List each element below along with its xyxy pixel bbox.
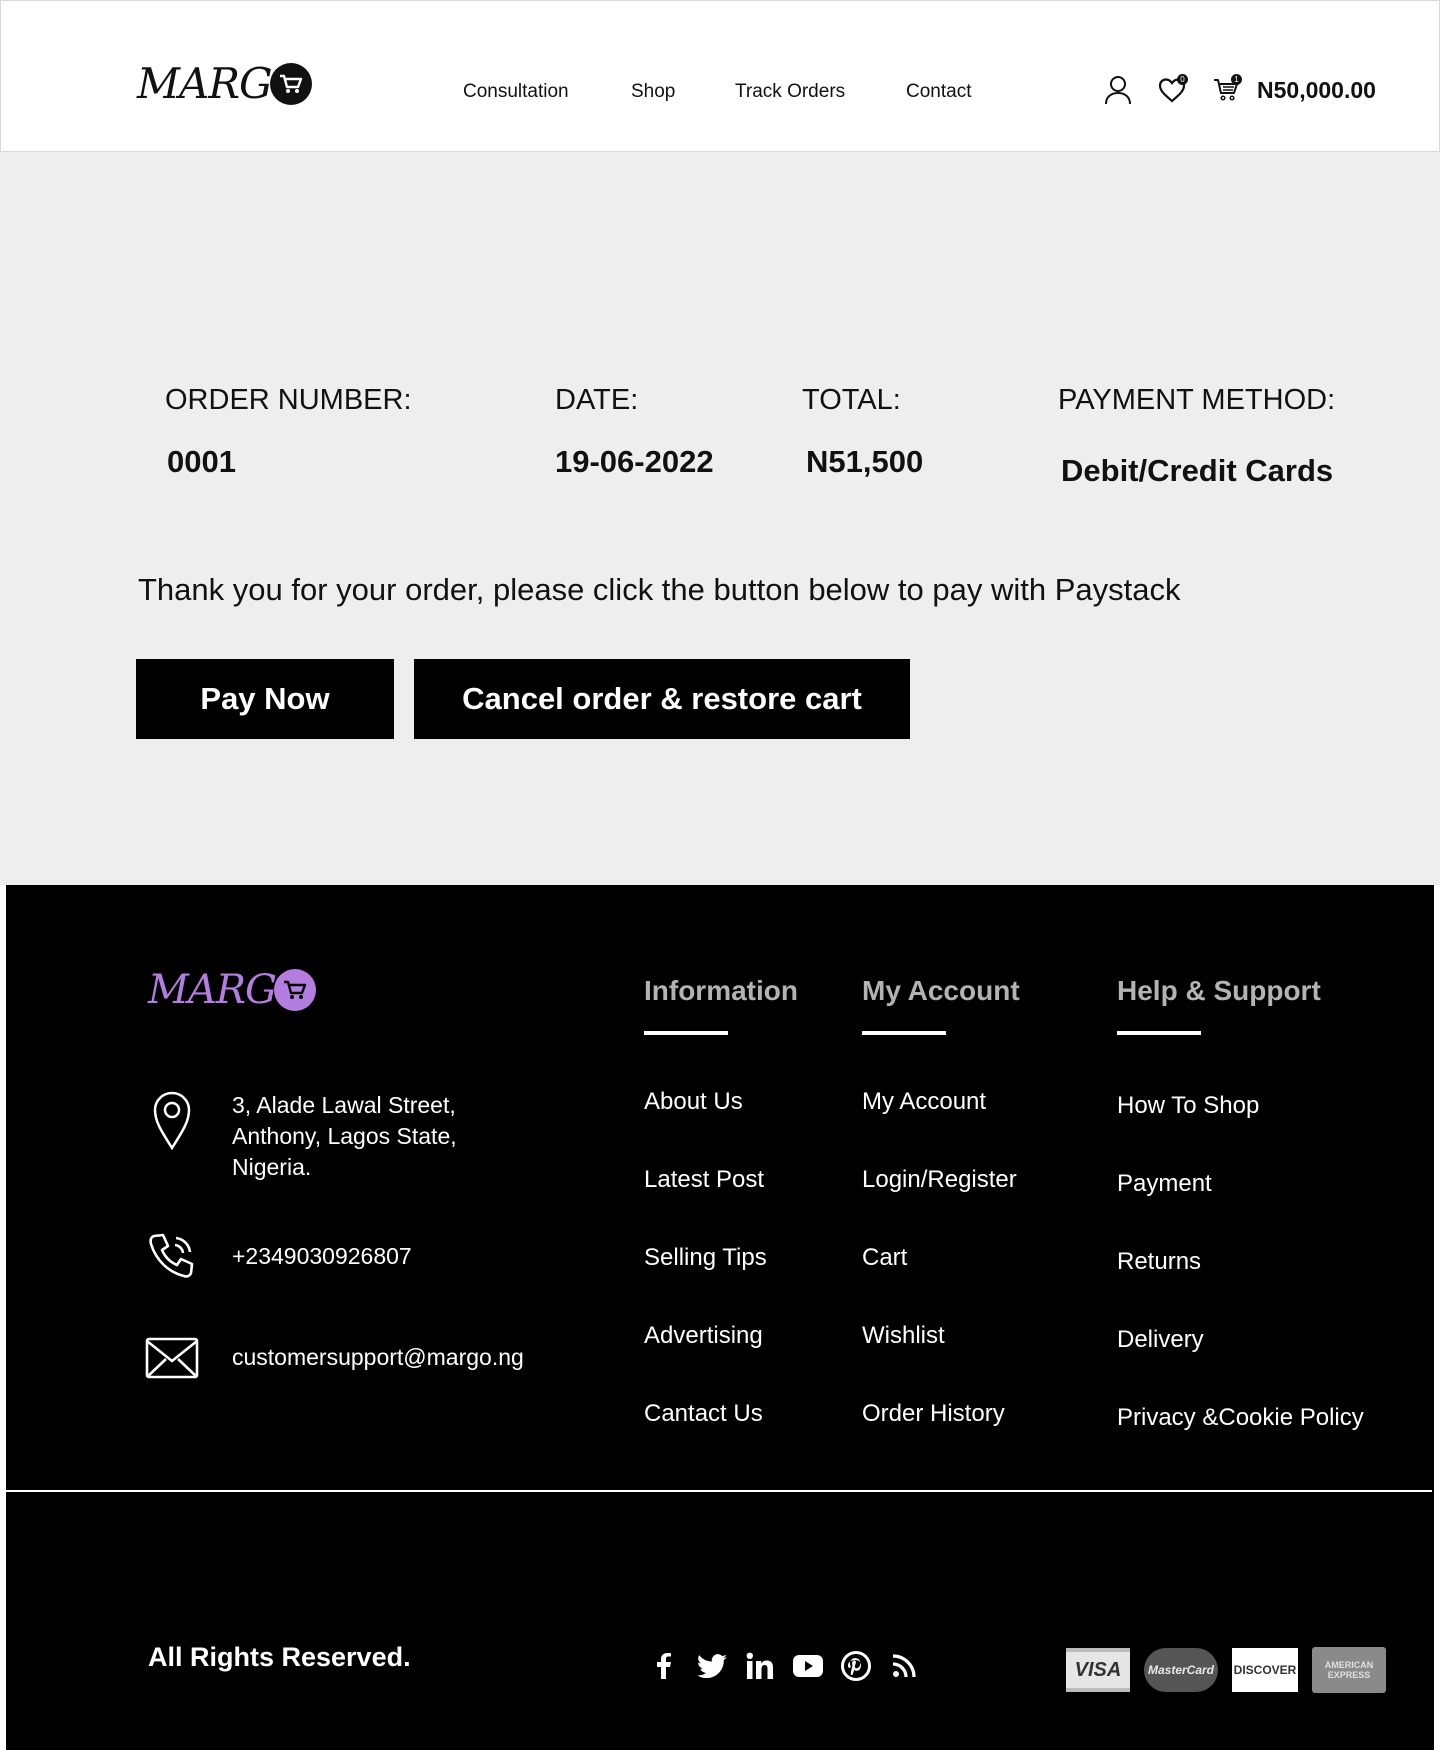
order-number-label: ORDER NUMBER:: [165, 384, 412, 416]
email-text[interactable]: customersupport@margo.ng: [232, 1337, 524, 1379]
copyright-text: All Rights Reserved.: [148, 1642, 411, 1672]
address-line: 3, Alade Lawal Street,: [232, 1092, 456, 1118]
site-header: MARG Consultation Shop Track Orders Cont…: [0, 0, 1440, 152]
logo-text: MARG: [137, 59, 273, 108]
user-icon[interactable]: [1101, 73, 1135, 107]
footer-email: customersupport@margo.ng: [142, 1337, 524, 1379]
mastercard-icon: MasterCard: [1144, 1648, 1218, 1692]
discover-card-icon: DISCOVER: [1232, 1648, 1298, 1692]
footer-link-latest-post[interactable]: Latest Post: [644, 1166, 764, 1194]
footer-link-selling-tips[interactable]: Selling Tips: [644, 1244, 767, 1272]
header-actions: 0 1 N50,000.00: [1101, 73, 1376, 107]
nav-contact[interactable]: Contact: [906, 81, 971, 103]
heading-underline: [1117, 1031, 1201, 1035]
heading-underline: [644, 1031, 728, 1035]
location-pin-icon: [142, 1090, 202, 1183]
footer-help-support-heading: Help & Support: [1117, 975, 1321, 1006]
pay-now-button[interactable]: Pay Now: [136, 659, 394, 739]
order-number-value: 0001: [167, 444, 236, 479]
facebook-icon[interactable]: [646, 1648, 682, 1684]
thank-you-message: Thank you for your order, please click t…: [138, 572, 1181, 607]
wishlist-count-badge: 0: [1177, 74, 1188, 85]
nav-shop[interactable]: Shop: [631, 81, 675, 103]
footer-link-payment[interactable]: Payment: [1117, 1170, 1212, 1198]
footer-link-how-to-shop[interactable]: How To Shop: [1117, 1092, 1259, 1120]
footer-my-account-heading: My Account: [862, 975, 1020, 1006]
footer-divider: [6, 1490, 1432, 1492]
cart-count-badge: 1: [1231, 74, 1242, 85]
footer-phone: +2349030926807: [142, 1230, 412, 1282]
visa-card-icon: VISA: [1066, 1648, 1130, 1692]
footer-logo-text: MARG: [148, 967, 277, 1013]
footer-link-advertising[interactable]: Advertising: [644, 1322, 763, 1350]
nav-track-orders[interactable]: Track Orders: [735, 81, 845, 103]
date-value: 19-06-2022: [555, 444, 714, 479]
footer-link-about-us[interactable]: About Us: [644, 1088, 743, 1116]
address-text: 3, Alade Lawal Street, Anthony, Lagos St…: [232, 1090, 457, 1183]
site-footer: MARG 3, Alade Lawal Street, Anthony, Lag…: [6, 885, 1434, 1750]
cancel-order-button[interactable]: Cancel order & restore cart: [414, 659, 910, 739]
wishlist-icon[interactable]: 0: [1155, 73, 1189, 107]
footer-link-delivery[interactable]: Delivery: [1117, 1326, 1204, 1354]
footer-link-login-register[interactable]: Login/Register: [862, 1166, 1017, 1194]
footer-link-cart[interactable]: Cart: [862, 1244, 907, 1272]
site-logo[interactable]: MARG: [137, 59, 312, 108]
footer-cart-logo-icon: [273, 969, 316, 1011]
amex-card-icon: AMERICAN EXPRESS: [1312, 1647, 1386, 1693]
address-line: Nigeria.: [232, 1154, 312, 1180]
payment-method-value: Debit/Credit Cards: [1061, 453, 1334, 488]
payment-method-label: PAYMENT METHOD:: [1058, 384, 1336, 416]
footer-link-returns[interactable]: Returns: [1117, 1248, 1201, 1276]
twitter-icon[interactable]: [694, 1648, 730, 1684]
footer-link-my-account[interactable]: My Account: [862, 1088, 986, 1116]
cart-icon[interactable]: 1: [1209, 73, 1243, 107]
cart-total[interactable]: N50,000.00: [1257, 77, 1376, 104]
social-links: [646, 1648, 934, 1684]
youtube-icon[interactable]: [790, 1648, 826, 1684]
order-received-section: ORDER NUMBER: DATE: TOTAL: PAYMENT METHO…: [0, 152, 1440, 885]
footer-link-wishlist[interactable]: Wishlist: [862, 1322, 945, 1350]
phone-icon: [142, 1230, 202, 1282]
footer-link-privacy-cookie-policy[interactable]: Privacy &Cookie Policy: [1117, 1404, 1364, 1432]
footer-information-heading: Information: [644, 975, 798, 1006]
rss-icon[interactable]: [886, 1648, 922, 1684]
footer-address: 3, Alade Lawal Street, Anthony, Lagos St…: [142, 1090, 457, 1183]
pinterest-icon[interactable]: [838, 1648, 874, 1684]
footer-link-contact-us[interactable]: Cantact Us: [644, 1400, 763, 1428]
envelope-icon: [142, 1337, 202, 1379]
date-label: DATE:: [555, 384, 639, 416]
address-line: Anthony, Lagos State,: [232, 1123, 457, 1149]
linkedin-icon[interactable]: [742, 1648, 778, 1684]
total-value: N51,500: [806, 444, 924, 479]
heading-underline: [862, 1031, 946, 1035]
total-label: TOTAL:: [802, 384, 901, 416]
nav-consultation[interactable]: Consultation: [463, 81, 569, 103]
cart-logo-icon: [269, 62, 312, 105]
phone-text[interactable]: +2349030926807: [232, 1230, 412, 1282]
payment-methods: VISA MasterCard DISCOVER AMERICAN EXPRES…: [1066, 1647, 1400, 1693]
footer-logo[interactable]: MARG: [148, 967, 316, 1013]
footer-link-order-history[interactable]: Order History: [862, 1400, 1005, 1428]
